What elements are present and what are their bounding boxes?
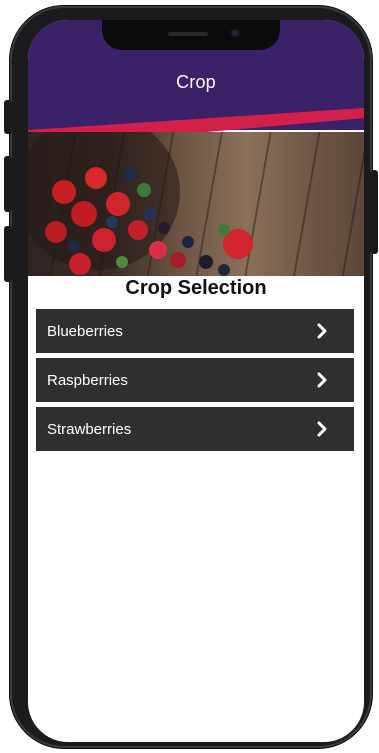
list-item-label: Strawberries xyxy=(47,420,132,438)
section-title: Crop Selection xyxy=(125,277,267,299)
volume-up-button xyxy=(4,156,12,212)
camera-icon xyxy=(230,28,240,38)
notch xyxy=(102,20,280,50)
power-button xyxy=(370,170,378,254)
list-item-raspberries[interactable]: Raspberries xyxy=(36,358,354,402)
app-screen: Crop Crop Selection Blueberries Raspberr… xyxy=(28,20,364,742)
list-item-label: Raspberries xyxy=(47,371,128,389)
crop-list: Blueberries Raspberries Strawberries xyxy=(36,309,354,456)
speaker-grille xyxy=(168,32,208,36)
page-title: Crop xyxy=(176,72,216,92)
volume-down-button xyxy=(4,226,12,282)
chevron-right-icon xyxy=(317,372,327,388)
chevron-right-icon xyxy=(317,421,327,437)
berries-hero-image xyxy=(28,132,364,276)
list-item-strawberries[interactable]: Strawberries xyxy=(36,407,354,451)
list-item-label: Blueberries xyxy=(47,322,123,340)
list-item-blueberries[interactable]: Blueberries xyxy=(36,309,354,353)
chevron-right-icon xyxy=(317,323,327,339)
silent-switch xyxy=(4,100,12,134)
